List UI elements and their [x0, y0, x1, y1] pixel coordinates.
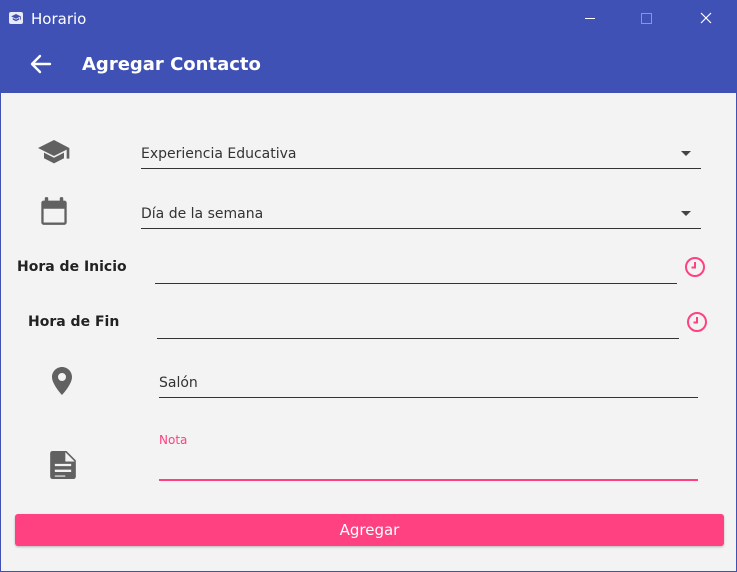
note-label: Nota: [159, 433, 188, 447]
page-title: Agregar Contacto: [82, 54, 261, 75]
start-time-input[interactable]: [155, 253, 677, 284]
app-icon: [9, 12, 23, 24]
clock-icon: [687, 312, 707, 332]
maximize-button[interactable]: [623, 1, 669, 35]
note-icon: [47, 449, 79, 481]
window-title: Horario: [31, 10, 87, 28]
course-dropdown[interactable]: Experiencia Educativa: [141, 135, 701, 169]
start-time-clock-button[interactable]: [684, 256, 706, 278]
note-input[interactable]: Nota: [159, 433, 698, 481]
clock-icon: [685, 257, 705, 277]
day-dropdown[interactable]: Día de la semana: [141, 195, 701, 229]
start-time-label: Hora de Inicio: [17, 259, 127, 275]
add-button[interactable]: Agregar: [15, 514, 724, 546]
app-bar: Agregar Contacto: [1, 35, 736, 93]
course-value: Experiencia Educativa: [141, 146, 297, 162]
graduation-cap-icon: [38, 136, 70, 168]
room-value: Salón: [159, 375, 198, 391]
end-time-input[interactable]: [157, 308, 679, 339]
room-input[interactable]: Salón: [159, 365, 698, 398]
chevron-down-icon: [681, 211, 691, 216]
minimize-icon: [585, 17, 595, 19]
end-time-label: Hora de Fin: [28, 314, 120, 330]
title-bar[interactable]: Horario: [1, 1, 736, 35]
end-time-clock-button[interactable]: [686, 311, 708, 333]
chevron-down-icon: [681, 151, 691, 156]
back-button[interactable]: [25, 49, 57, 79]
location-pin-icon: [46, 365, 78, 397]
maximize-icon: [640, 12, 652, 24]
app-window: Horario Agregar Contacto Experiencia Edu…: [0, 0, 737, 572]
day-value: Día de la semana: [141, 206, 264, 222]
close-button[interactable]: [683, 1, 729, 35]
calendar-icon: [38, 195, 70, 227]
minimize-button[interactable]: [567, 1, 613, 35]
arrow-left-icon: [30, 54, 52, 74]
close-icon: [700, 12, 712, 24]
